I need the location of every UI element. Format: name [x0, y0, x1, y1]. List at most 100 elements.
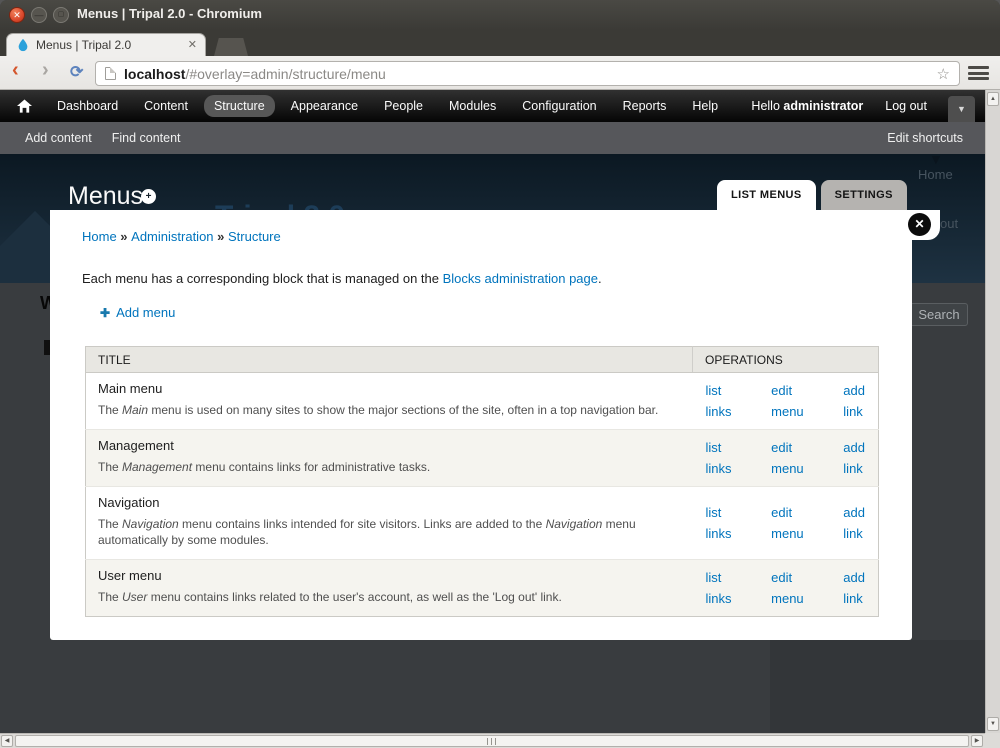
- address-bar[interactable]: localhost/#overlay=admin/structure/menu …: [95, 61, 960, 86]
- toolbar-toggle-button[interactable]: ▼: [948, 96, 975, 122]
- admin-item-configuration[interactable]: Configuration: [512, 95, 606, 117]
- tab-close-icon[interactable]: ✕: [188, 38, 197, 51]
- horizontal-scrollbar-thumb[interactable]: [15, 735, 969, 747]
- overlay-panel: ✕ Home » Administration » Structure Each…: [50, 210, 912, 640]
- overlay-close-notch: ✕: [898, 210, 940, 240]
- shortcut-add-content[interactable]: Add content: [25, 131, 92, 145]
- url-host: localhost: [124, 66, 185, 82]
- blocks-admin-link[interactable]: Blocks administration page: [443, 271, 598, 286]
- menu-description: The Main menu is used on many sites to s…: [98, 402, 681, 419]
- url-text[interactable]: localhost/#overlay=admin/structure/menu: [124, 66, 386, 82]
- intro-text: Each menu has a corresponding block that…: [82, 271, 602, 286]
- username: administrator: [783, 99, 863, 113]
- menu-title: Navigation: [98, 495, 681, 510]
- edit-shortcuts-link[interactable]: Edit shortcuts: [887, 131, 963, 145]
- add-link-link[interactable]: addlink: [843, 437, 865, 479]
- breadcrumb-separator: »: [214, 229, 228, 244]
- edit-menu-link[interactable]: editmenu: [771, 437, 804, 479]
- table-row: Navigation The Navigation menu contains l…: [86, 486, 879, 560]
- list-links-link[interactable]: listlinks: [706, 437, 732, 479]
- window-title: Menus | Tripal 2.0 - Chromium: [77, 6, 262, 21]
- contextual-links-icon[interactable]: +: [141, 189, 156, 204]
- home-icon[interactable]: [17, 99, 32, 113]
- intro-prefix: Each menu has a corresponding block that…: [82, 271, 443, 286]
- shortcut-items: Add content Find content: [25, 122, 181, 154]
- table-header-row: TITLE OPERATIONS: [86, 347, 879, 373]
- user-greeting: Hello administrator: [751, 99, 863, 113]
- overlay-tab-settings[interactable]: SETTINGS: [821, 180, 907, 210]
- breadcrumb-administration[interactable]: Administration: [131, 229, 213, 244]
- vertical-scrollbar[interactable]: ▲ ▼: [985, 90, 1000, 733]
- breadcrumb-structure[interactable]: Structure: [228, 229, 281, 244]
- shortcut-find-content[interactable]: Find content: [112, 131, 181, 145]
- edit-menu-link[interactable]: editmenu: [771, 567, 804, 609]
- table-row: User menu The User menu contains links re…: [86, 560, 879, 617]
- admin-item-modules[interactable]: Modules: [439, 95, 506, 117]
- add-menu-link[interactable]: Add menu: [116, 305, 175, 320]
- admin-toolbar: Dashboard Content Structure Appearance Peopl…: [0, 90, 985, 122]
- page-title: Menus: [68, 182, 143, 211]
- dimmed-sidebar-region: [770, 640, 985, 733]
- add-link-link[interactable]: addlink: [843, 380, 865, 422]
- admin-item-appearance[interactable]: Appearance: [281, 95, 368, 117]
- window-close-icon[interactable]: ✕: [9, 7, 25, 23]
- column-header-title: TITLE: [86, 347, 693, 373]
- admin-toolbar-right: Hello administrator Log out: [751, 90, 927, 122]
- back-icon[interactable]: ‹: [12, 59, 19, 82]
- window-maximize-icon[interactable]: ▢: [53, 7, 69, 23]
- scrollbar-corner: [985, 733, 1000, 748]
- scroll-down-icon[interactable]: ▼: [987, 717, 999, 731]
- drupal-favicon-icon: [16, 38, 30, 52]
- admin-item-reports[interactable]: Reports: [613, 95, 677, 117]
- browser-menu-icon[interactable]: [968, 66, 989, 80]
- edit-menu-link[interactable]: editmenu: [771, 380, 804, 422]
- reload-icon[interactable]: ⟳: [70, 62, 83, 82]
- window-minimize-icon[interactable]: —: [31, 7, 47, 23]
- scroll-up-icon[interactable]: ▲: [987, 92, 999, 106]
- shortcut-bar: Add content Find content Edit shortcuts: [0, 122, 985, 154]
- add-link-link[interactable]: addlink: [843, 502, 865, 544]
- browser-window: ✕ — ▢ Menus | Tripal 2.0 - Chromium Menu…: [0, 0, 1000, 748]
- list-links-link[interactable]: listlinks: [706, 380, 732, 422]
- search-button[interactable]: Search: [910, 303, 968, 326]
- intro-suffix: .: [598, 271, 602, 286]
- edit-menu-link[interactable]: editmenu: [771, 502, 804, 544]
- overlay-tab-list-menus[interactable]: LIST MENUS: [717, 180, 816, 210]
- chevron-down-icon: ▼: [957, 104, 966, 114]
- breadcrumb-home[interactable]: Home: [82, 229, 117, 244]
- table-row: Main menuThe Main menu is used on many s…: [86, 373, 879, 430]
- admin-item-content[interactable]: Content: [134, 95, 198, 117]
- url-path: /#overlay=admin/structure/menu: [185, 66, 385, 82]
- admin-item-dashboard[interactable]: Dashboard: [47, 95, 128, 117]
- column-header-operations: OPERATIONS: [693, 347, 879, 373]
- breadcrumb: Home » Administration » Structure: [82, 229, 281, 244]
- menu-description: The Management menu contains links for a…: [98, 459, 681, 476]
- admin-item-people[interactable]: People: [374, 95, 433, 117]
- bookmark-star-icon[interactable]: ☆: [937, 65, 950, 83]
- menu-title: User menu: [98, 568, 681, 583]
- site-nav-home-link[interactable]: Home: [918, 167, 953, 182]
- list-links-link[interactable]: listlinks: [706, 567, 732, 609]
- page-content: Dashboard Content Structure Appearance Peopl…: [0, 90, 985, 733]
- new-tab-button[interactable]: [214, 38, 248, 56]
- logout-link[interactable]: Log out: [885, 99, 927, 113]
- table-row: ManagementThe Management menu contains l…: [86, 429, 879, 486]
- overlay-close-icon[interactable]: ✕: [908, 213, 931, 236]
- scroll-right-icon[interactable]: ▶: [971, 735, 983, 747]
- scroll-left-icon[interactable]: ◀: [1, 735, 13, 747]
- overlay-tabs: LIST MENUSSETTINGS: [717, 180, 907, 210]
- forward-icon[interactable]: ›: [42, 59, 49, 82]
- menu-description: The Navigation menu contains links inten…: [98, 516, 681, 550]
- window-titlebar: ✕ — ▢ Menus | Tripal 2.0 - Chromium: [0, 0, 1000, 30]
- menus-table: TITLE OPERATIONS Main menuThe Main menu …: [85, 346, 879, 617]
- browser-tab[interactable]: Menus | Tripal 2.0 ✕: [6, 33, 206, 56]
- add-link-link[interactable]: addlink: [843, 567, 865, 609]
- list-links-link[interactable]: listlinks: [706, 502, 732, 544]
- horizontal-scrollbar[interactable]: ◀ ▶: [0, 733, 985, 748]
- menu-description: The User menu contains links related to …: [98, 589, 681, 606]
- page-icon: [105, 67, 116, 80]
- admin-item-structure[interactable]: Structure: [204, 95, 275, 117]
- admin-menu: Dashboard Content Structure Appearance Peopl…: [44, 90, 731, 122]
- scrollbar-grip: [487, 738, 497, 745]
- admin-item-help[interactable]: Help: [682, 95, 728, 117]
